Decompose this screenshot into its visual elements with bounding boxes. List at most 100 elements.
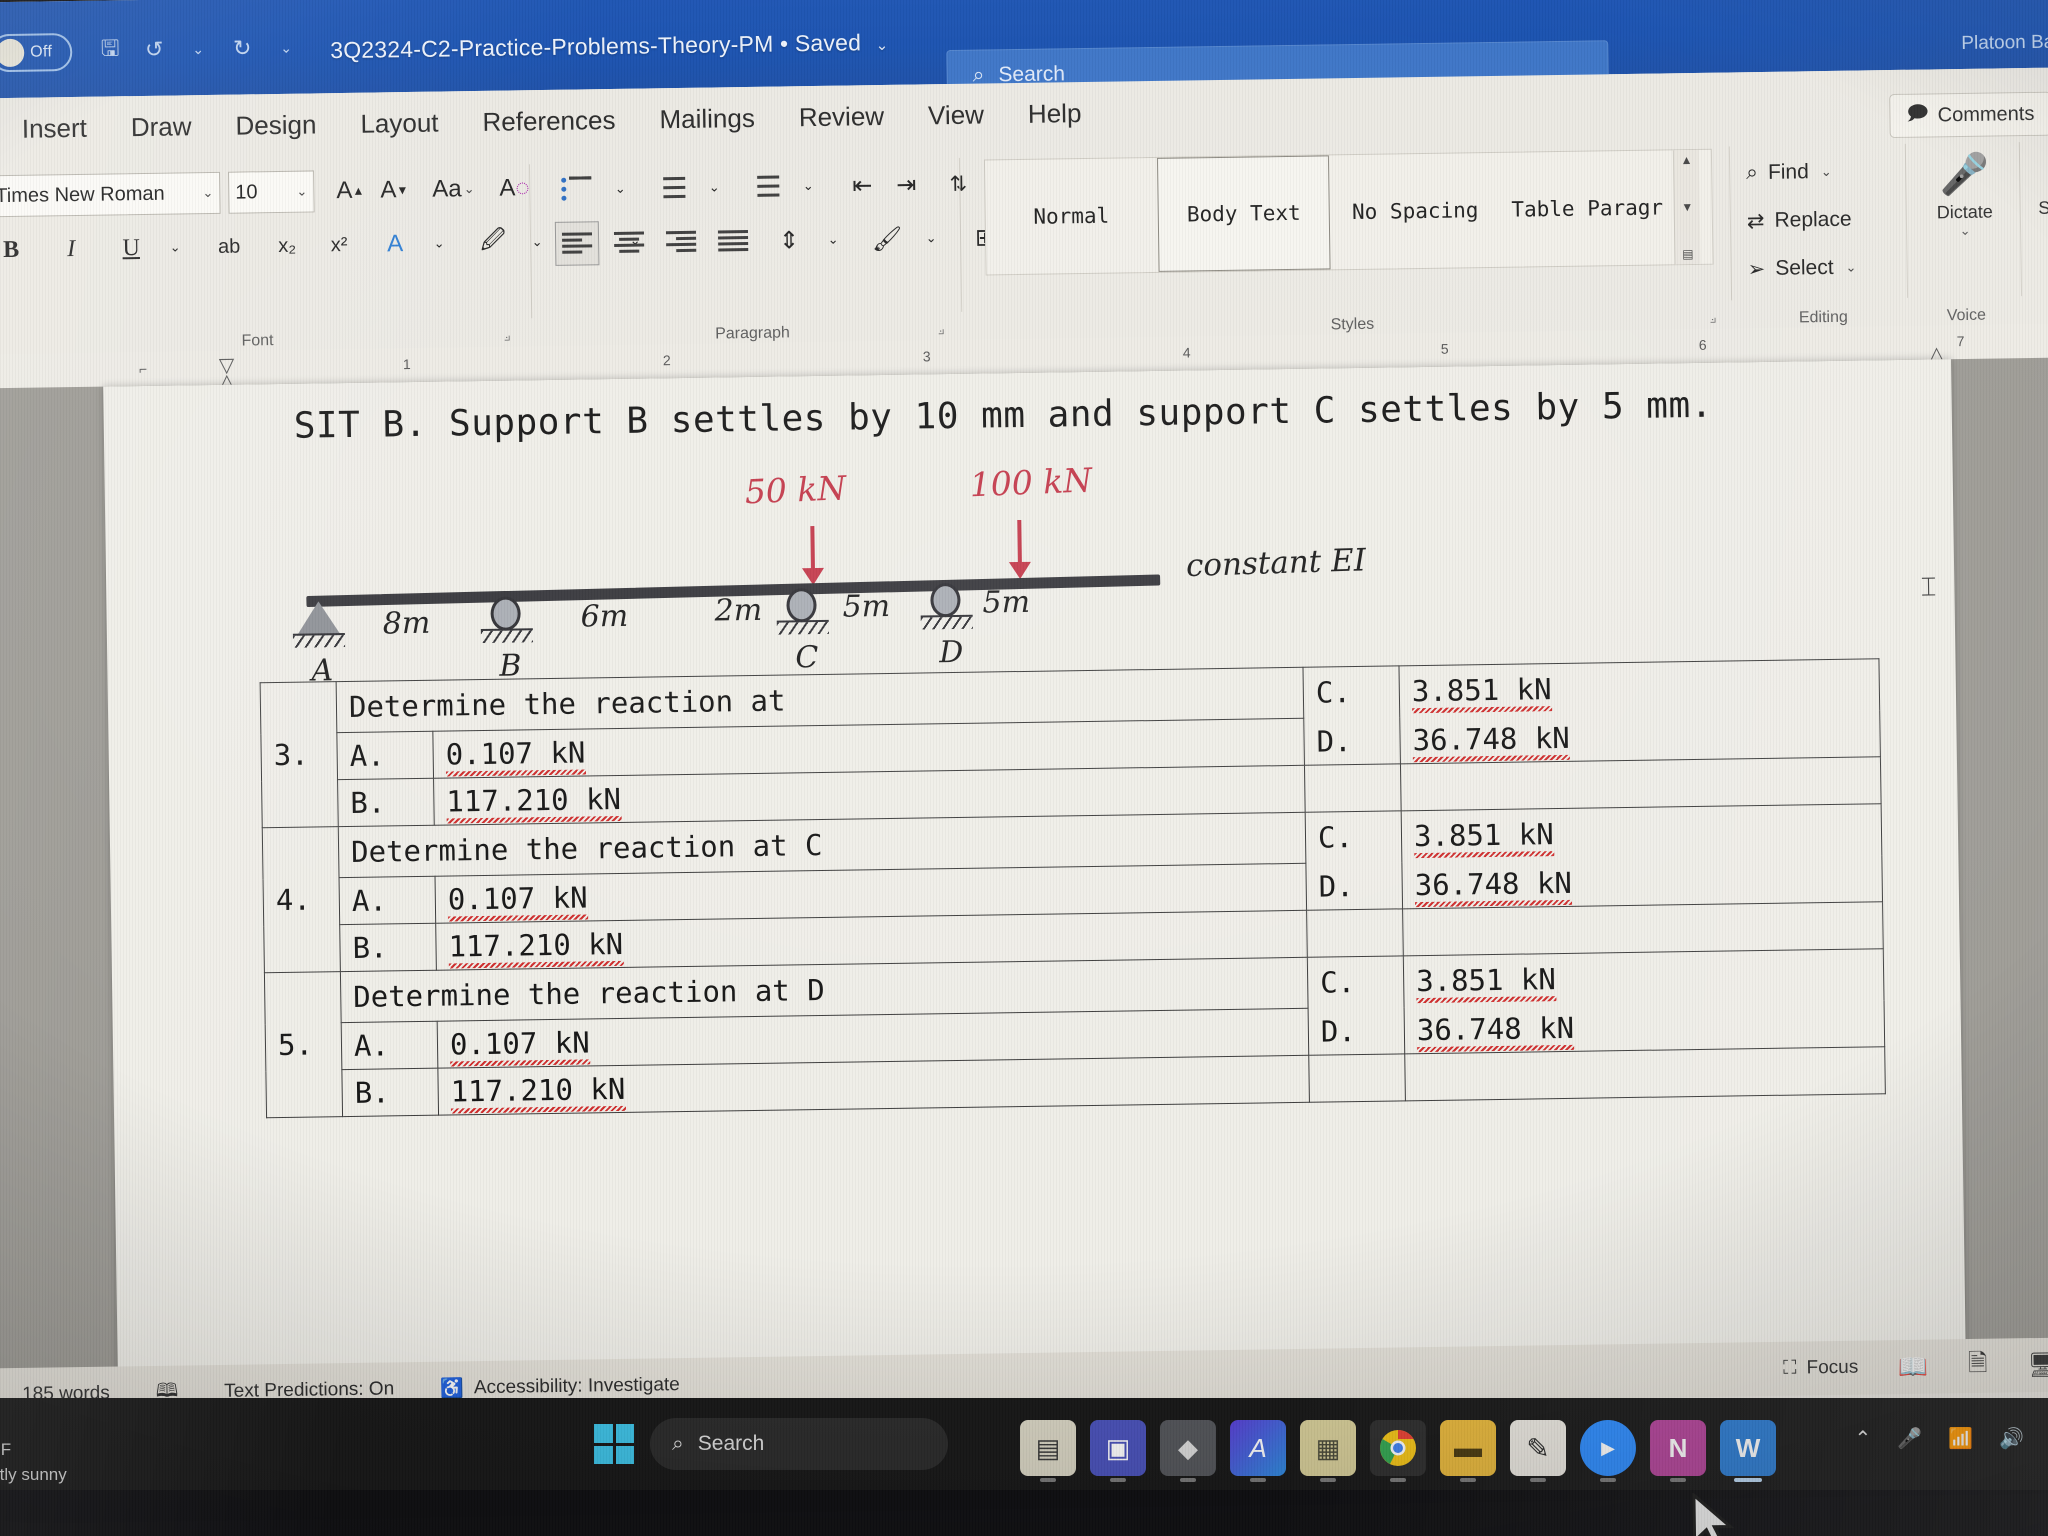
font-size-combobox[interactable]: 10 ⌄ — [228, 170, 315, 214]
bullets-icon[interactable] — [554, 167, 599, 212]
select-chevron-down-icon[interactable]: ⌄ — [1845, 260, 1856, 276]
sensitivity-button[interactable]: 🏷 Sensitivity — [2024, 148, 2048, 219]
title-chevron-down-icon[interactable]: ⌄ — [876, 37, 889, 54]
word-icon[interactable]: W — [1720, 1420, 1776, 1482]
line-spacing-icon[interactable]: ⇕ — [767, 218, 812, 263]
select-button[interactable]: ➢ Select ⌄ — [1747, 245, 1857, 293]
dictate-button[interactable]: 🎤 Dictate ⌄ — [1910, 150, 2019, 240]
customize-qat-icon[interactable]: ⌄ — [266, 28, 307, 69]
subscript-icon[interactable]: x₂ — [265, 224, 310, 269]
volume-icon[interactable]: 🔊 — [1999, 1426, 2024, 1451]
font-name-chevron-down-icon[interactable]: ⌄ — [202, 185, 213, 201]
bullets-chevron-down-icon[interactable]: ⌄ — [598, 167, 643, 212]
teams-icon[interactable]: ▣ — [1090, 1420, 1146, 1482]
tab-review[interactable]: Review — [776, 91, 906, 144]
tab-mailings[interactable]: Mailings — [637, 93, 777, 146]
network-icon[interactable]: 📶 — [1948, 1426, 1973, 1451]
grow-font-icon[interactable]: A ▲ — [328, 169, 373, 214]
autodesk-icon[interactable]: A — [1230, 1420, 1286, 1482]
underline-chevron-down-icon[interactable]: ⌄ — [153, 225, 198, 270]
read-mode-icon[interactable]: 📖 — [1898, 1352, 1928, 1381]
superscript-icon[interactable]: x² — [317, 223, 362, 268]
comments-button[interactable]: 🗩 Comments — [1889, 91, 2048, 139]
tab-layout[interactable]: Layout — [338, 97, 461, 150]
find-chevron-down-icon[interactable]: ⌄ — [1821, 164, 1832, 180]
styles-more-icon[interactable]: ▤ — [1682, 247, 1694, 261]
tab-insert[interactable]: Insert — [0, 102, 109, 155]
tab-references[interactable]: References — [460, 95, 638, 149]
chrome-icon[interactable] — [1370, 1420, 1426, 1482]
undo-dropdown-icon[interactable]: ⌄ — [178, 29, 219, 70]
justify-icon[interactable] — [711, 219, 756, 264]
line-spacing-chevron-down-icon[interactable]: ⌄ — [811, 217, 856, 262]
account-label[interactable]: Platoon Ba — [1961, 32, 2048, 55]
dictate-chevron-down-icon[interactable]: ⌄ — [1960, 223, 1971, 239]
calculator-icon[interactable]: ▦ — [1300, 1420, 1356, 1482]
choice-value-4a: 0.107 kN — [447, 880, 588, 917]
find-button[interactable]: ⌕ Find ⌄ — [1746, 149, 1832, 196]
shading-chevron-down-icon[interactable]: ⌄ — [909, 216, 954, 261]
focus-button[interactable]: ⛶ Focus — [1783, 1357, 1858, 1380]
multilevel-list-icon[interactable] — [742, 164, 787, 209]
styles-scroll-down-icon[interactable]: ▼ — [1681, 200, 1693, 214]
microphone-icon[interactable]: 🎤 — [1897, 1426, 1922, 1451]
bold-icon[interactable]: B — [0, 228, 33, 273]
tab-draw[interactable]: Draw — [108, 101, 213, 154]
onenote-icon[interactable]: N — [1650, 1420, 1706, 1482]
undo-icon[interactable]: ↺ — [134, 29, 175, 70]
decrease-indent-icon[interactable]: ⇤ — [840, 163, 885, 208]
shading-icon[interactable]: 🖌 — [865, 217, 910, 262]
windows-start-icon[interactable] — [594, 1424, 634, 1464]
file-explorer-icon[interactable]: ▬ — [1440, 1420, 1496, 1482]
font-name-combobox[interactable]: Times New Roman ⌄ — [0, 171, 221, 218]
styles-gallery-scroll[interactable]: ▲ ▼ ▤ — [1672, 149, 1701, 265]
text-cursor-marker-icon: ⌶ — [1920, 571, 1937, 602]
replace-button[interactable]: ⇄ Replace — [1747, 197, 1852, 245]
web-layout-icon[interactable]: 🖥 — [2027, 1350, 2048, 1379]
taskbar-search-input[interactable]: ⌕ Search — [650, 1418, 948, 1470]
align-center-icon[interactable] — [607, 220, 652, 265]
text-effects-icon[interactable]: A — [373, 222, 418, 267]
style-body-text[interactable]: Body Text — [1156, 155, 1331, 272]
numbering-chevron-down-icon[interactable]: ⌄ — [692, 165, 737, 210]
tab-help[interactable]: Help — [1006, 88, 1104, 140]
questions-table[interactable]: 3. Determine the reaction at C. 3.851 kN… — [260, 658, 1886, 1118]
document-title[interactable]: 3Q2324-C2-Practice-Problems-Theory-PM • … — [330, 29, 889, 64]
align-left-icon[interactable] — [554, 221, 600, 266]
show-hidden-icons[interactable]: ⌃ — [1855, 1426, 1872, 1451]
multilevel-chevron-down-icon[interactable]: ⌄ — [786, 164, 831, 209]
paragraph-dialog-launcher[interactable]: ⟓ — [938, 321, 945, 338]
numbering-icon[interactable] — [648, 166, 693, 211]
change-case-icon[interactable]: Aa ⌄ — [426, 167, 481, 212]
styles-gallery[interactable]: Normal Body Text No Spacing Table Paragr… — [983, 148, 1714, 276]
align-right-icon[interactable] — [659, 220, 704, 265]
print-layout-icon[interactable]: 🗎 — [1968, 1345, 1988, 1386]
notepad-icon[interactable]: ▤ — [1020, 1420, 1076, 1482]
text-effects-chevron-down-icon[interactable]: ⌄ — [417, 221, 462, 266]
weather-widget[interactable]: °F rtly sunny — [0, 1438, 67, 1487]
increase-indent-icon[interactable]: ⇥ — [884, 162, 929, 207]
shrink-font-icon[interactable]: A ▼ — [372, 168, 417, 213]
font-size-chevron-down-icon[interactable]: ⌄ — [296, 184, 307, 200]
save-icon[interactable]: 🖫 — [90, 30, 131, 71]
whiteboard-icon[interactable]: ✎ — [1510, 1420, 1566, 1482]
strikethrough-icon[interactable]: ab — [207, 224, 252, 269]
underline-icon[interactable]: U — [109, 226, 154, 271]
italic-icon[interactable]: I — [49, 227, 94, 272]
redo-icon[interactable]: ↻ — [222, 28, 263, 69]
document-page[interactable]: SIT B. Support B settles by 10 mm and su… — [103, 359, 1966, 1377]
tab-design[interactable]: Design — [213, 99, 339, 152]
font-dialog-launcher[interactable]: ⟓ — [504, 328, 511, 345]
style-no-spacing[interactable]: No Spacing — [1329, 153, 1503, 270]
autosave-toggle[interactable]: Off — [0, 33, 73, 73]
accessibility-status[interactable]: ♿ Accessibility: Investigate — [440, 1373, 680, 1401]
text-highlight-icon[interactable]: 🖉 — [471, 220, 516, 265]
style-table-paragraph[interactable]: Table Paragr — [1501, 150, 1675, 267]
question-number-5: 5. — [264, 971, 343, 1118]
zoom-icon[interactable]: ▶ — [1580, 1420, 1636, 1482]
adobe-icon[interactable]: ◆ — [1160, 1420, 1216, 1482]
style-normal[interactable]: Normal — [985, 158, 1159, 275]
styles-scroll-up-icon[interactable]: ▲ — [1680, 153, 1692, 167]
tab-view[interactable]: View — [906, 89, 1007, 141]
styles-dialog-launcher[interactable]: ⟓ — [1710, 310, 1717, 327]
